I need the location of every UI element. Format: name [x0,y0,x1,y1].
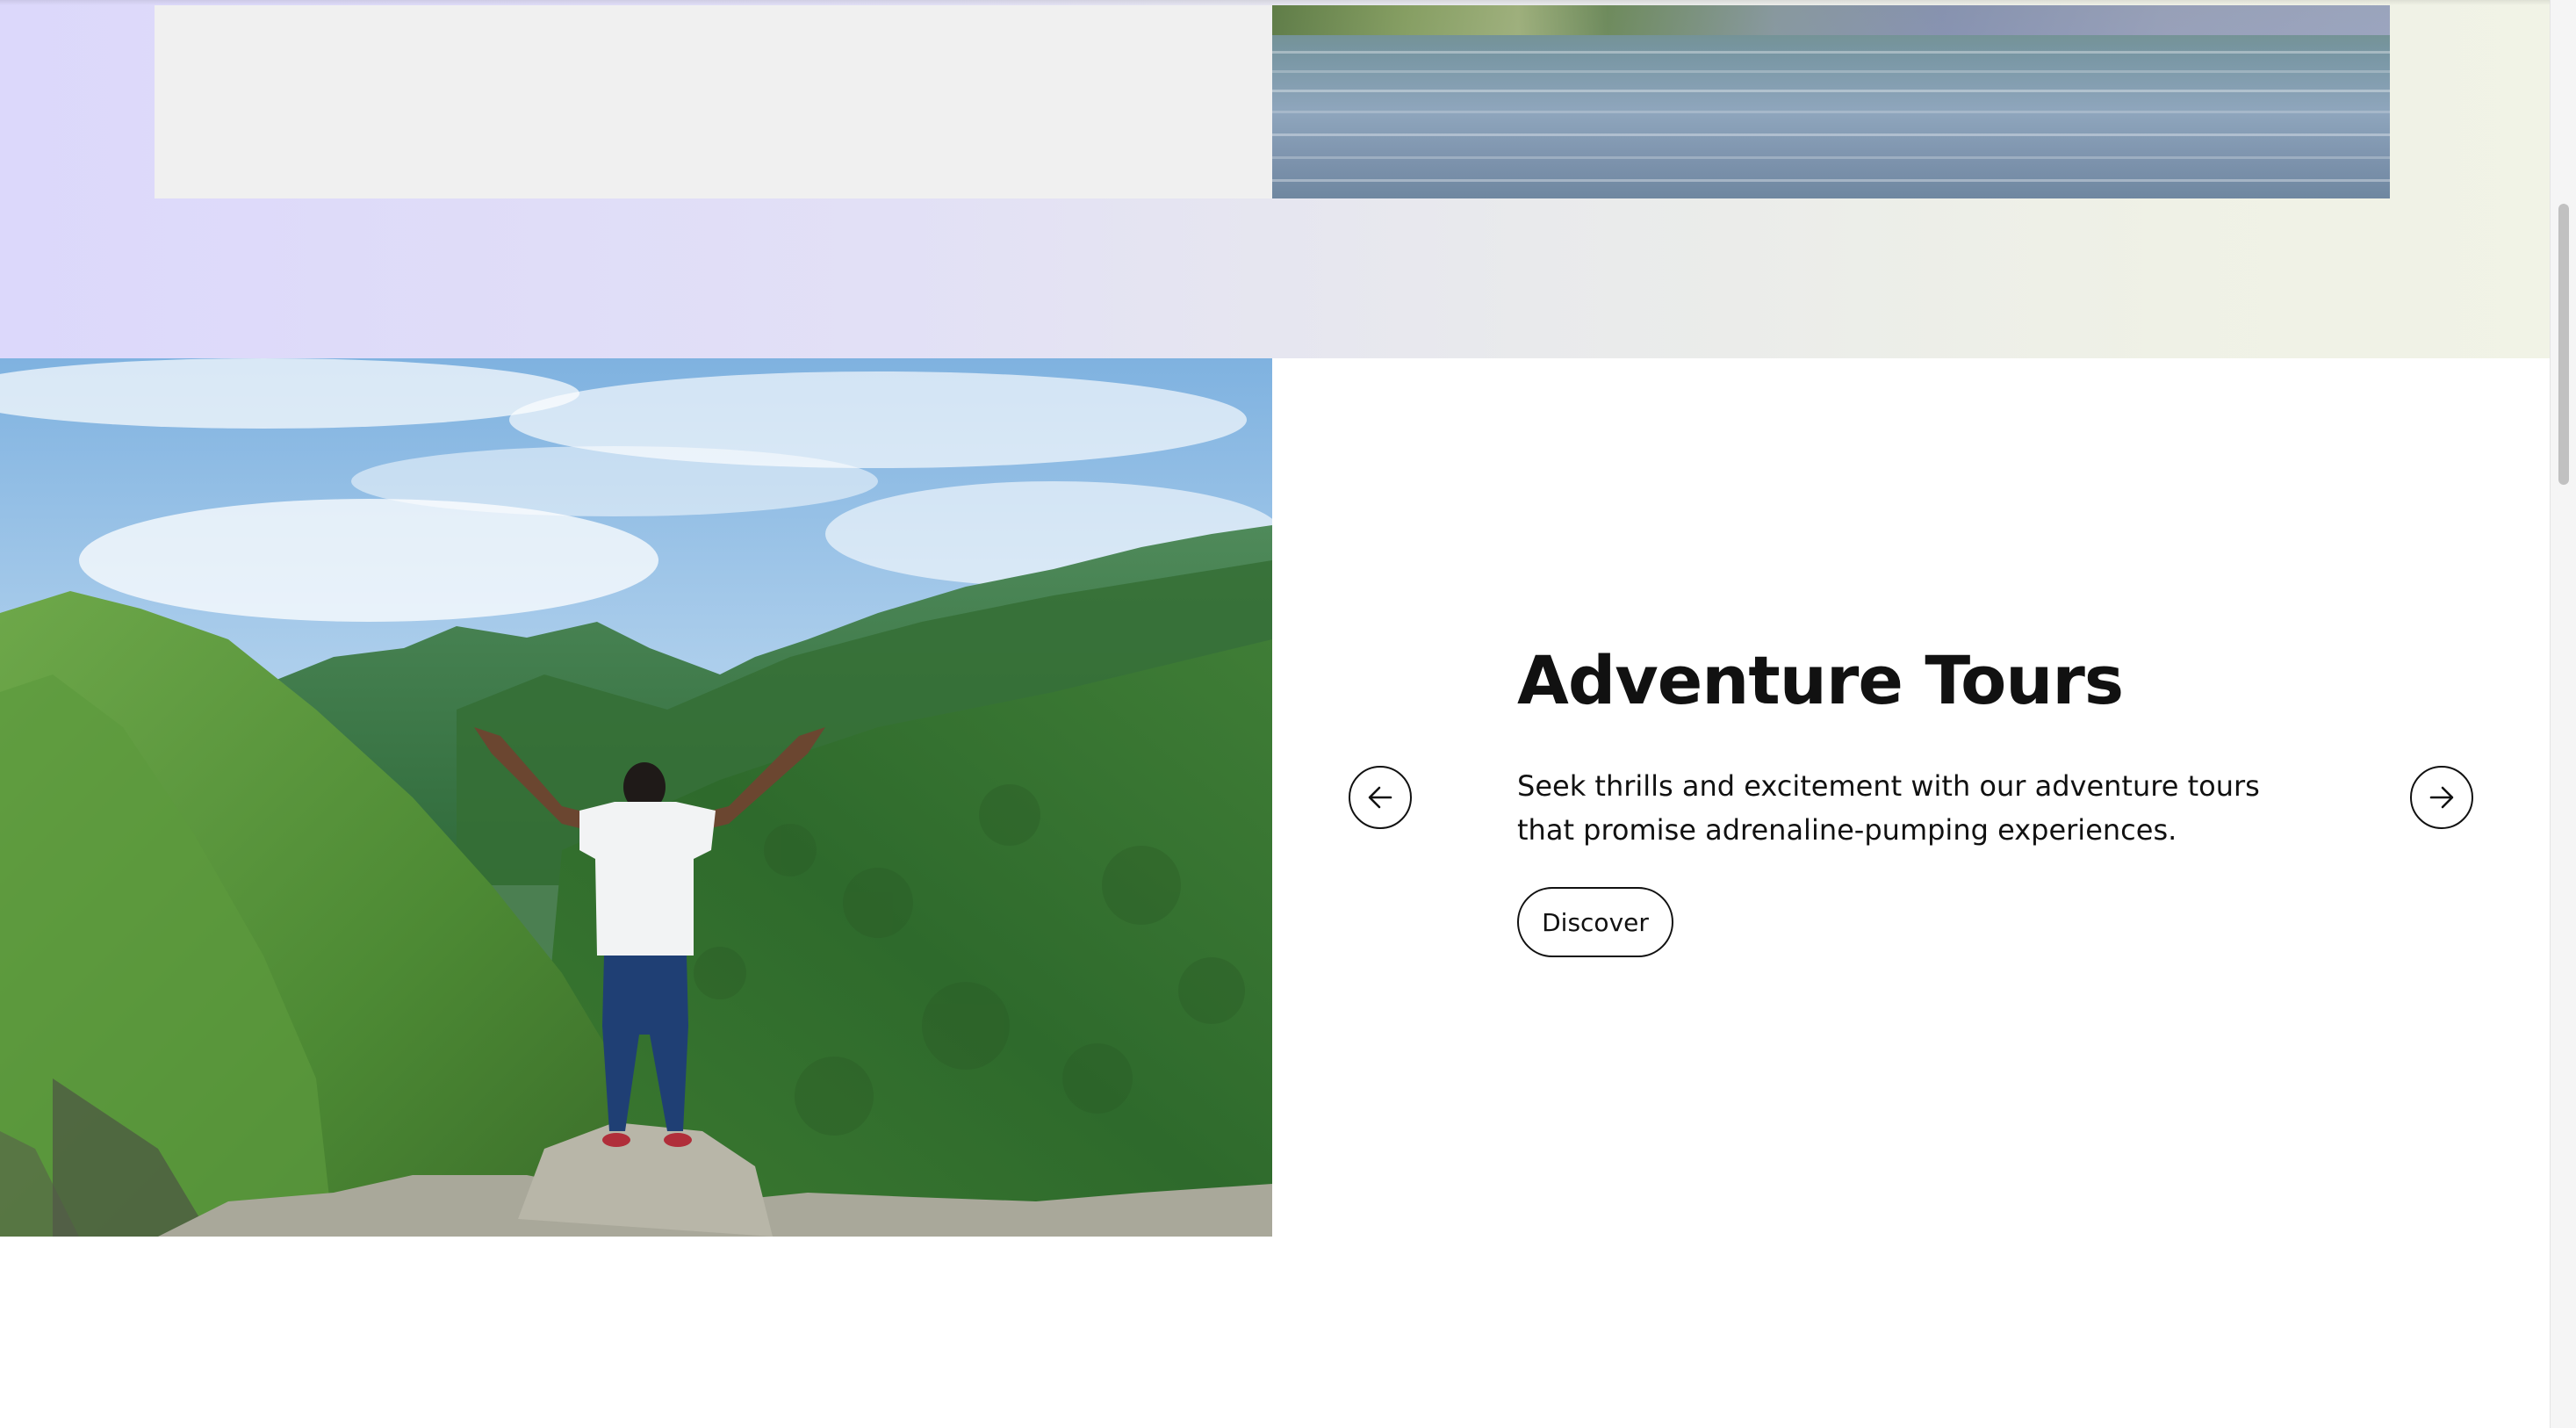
next-slide-button[interactable] [2410,766,2473,829]
slide-description: Seek thrills and excitement with our adv… [1517,769,2260,847]
scrollbar-thumb[interactable] [2558,204,2569,485]
slide-title: Adventure Tours [1517,641,2124,719]
previous-slide-lake-image [1272,5,2390,198]
arrow-right-icon [2429,786,2454,809]
page: Adventure Tours Seek thrills and excitem… [0,0,2550,1428]
vertical-scrollbar[interactable] [2550,0,2576,1428]
slide-content-panel: Adventure Tours Seek thrills and excitem… [1272,358,2550,1237]
previous-slide-button[interactable] [1349,766,1412,829]
discover-button[interactable]: Discover [1517,887,1673,957]
adventure-mountain-image [0,358,1272,1237]
previous-slide-text-panel [155,5,1272,198]
arrow-left-icon [1368,786,1392,809]
